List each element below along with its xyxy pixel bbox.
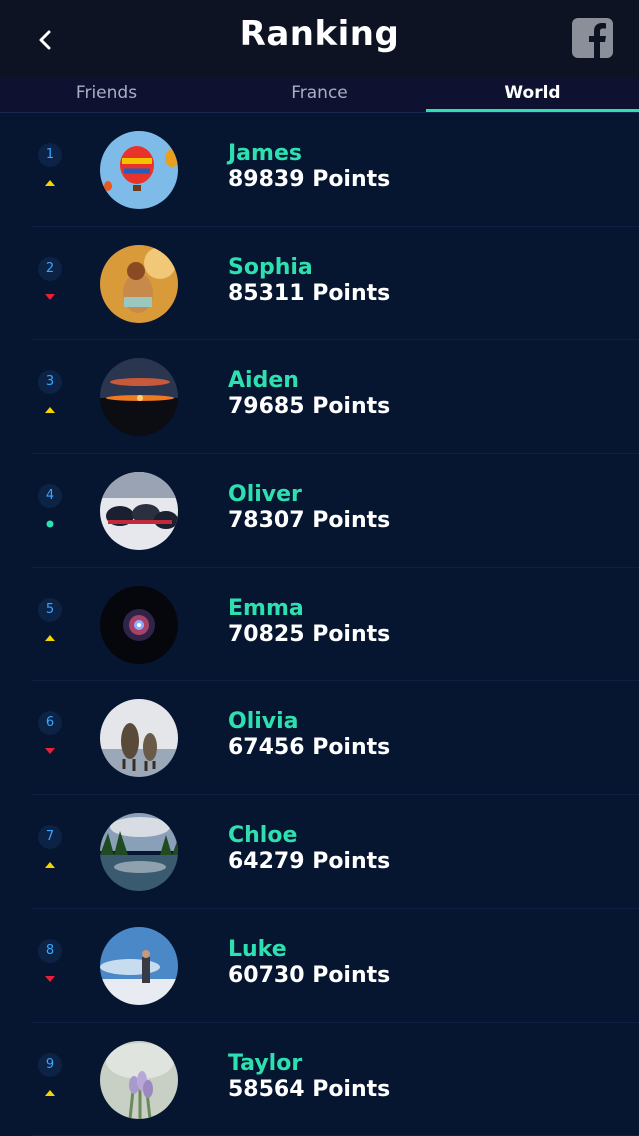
ranking-list: 1 James 89839 Points 2 Sophia 85311 Poin… xyxy=(0,113,639,1136)
rank-badge: 5 xyxy=(38,597,62,622)
tab-friends[interactable]: Friends xyxy=(0,77,213,112)
player-name: Sophia xyxy=(228,254,313,280)
trend-down-icon xyxy=(45,975,55,982)
player-points: 79685 Points xyxy=(228,394,391,420)
player-name: Taylor xyxy=(228,1050,303,1076)
avatar xyxy=(100,813,178,892)
player-points: 67456 Points xyxy=(228,735,391,761)
rank-badge: 2 xyxy=(38,256,62,281)
ranking-row[interactable]: 2 Sophia 85311 Points xyxy=(32,227,639,341)
facebook-button[interactable] xyxy=(572,18,613,58)
trend-up-icon xyxy=(45,862,55,869)
player-name: James xyxy=(228,141,302,166)
avatar xyxy=(100,244,178,323)
scope-tabs: Friends France World xyxy=(0,77,639,113)
avatar xyxy=(100,926,178,1005)
avatar xyxy=(100,585,178,664)
player-points: 89839 Points xyxy=(228,167,391,192)
rank-badge: 9 xyxy=(38,1052,62,1077)
player-points: 78307 Points xyxy=(228,508,391,534)
trend-same-icon xyxy=(46,520,54,528)
player-name: Aiden xyxy=(228,368,299,394)
top-bar: Ranking xyxy=(0,0,639,77)
trend-down-icon xyxy=(45,293,55,300)
trend-up-icon xyxy=(45,1089,55,1096)
player-name: Olivia xyxy=(228,709,299,735)
ranking-row[interactable]: 3 Aiden 79685 Points xyxy=(32,340,639,455)
trend-up-icon xyxy=(45,407,55,414)
player-name: Chloe xyxy=(228,823,298,849)
ranking-row[interactable]: 5 Emma 70825 Points xyxy=(32,568,639,682)
ranking-row[interactable]: 9 Taylor 58564 Points xyxy=(32,1023,639,1136)
player-name: Oliver xyxy=(228,482,302,508)
trend-down-icon xyxy=(45,748,55,755)
avatar xyxy=(100,472,178,551)
rank-badge: 3 xyxy=(38,370,62,395)
player-points: 64279 Points xyxy=(228,849,391,875)
ranking-row[interactable]: 1 James 89839 Points xyxy=(32,113,639,227)
tab-france[interactable]: France xyxy=(213,77,426,112)
player-name: Luke xyxy=(228,936,287,962)
rank-badge: 7 xyxy=(38,825,62,850)
trend-up-icon xyxy=(45,634,55,641)
rank-badge: 1 xyxy=(38,143,62,167)
rank-badge: 8 xyxy=(38,938,62,963)
avatar xyxy=(100,1040,178,1119)
player-points: 85311 Points xyxy=(228,280,391,306)
avatar xyxy=(100,699,178,778)
avatar xyxy=(100,131,178,209)
ranking-row[interactable]: 8 Luke 60730 Points xyxy=(32,909,639,1023)
rank-badge: 6 xyxy=(38,711,62,736)
avatar xyxy=(100,358,178,437)
rank-badge: 4 xyxy=(38,484,62,509)
tab-world[interactable]: World xyxy=(426,77,639,112)
trend-up-icon xyxy=(45,180,55,186)
player-name: Emma xyxy=(228,595,304,621)
player-points: 58564 Points xyxy=(228,1076,391,1102)
page-title: Ranking xyxy=(239,14,400,54)
facebook-icon xyxy=(589,23,606,58)
ranking-row[interactable]: 4 Oliver 78307 Points xyxy=(32,454,639,568)
player-points: 70825 Points xyxy=(228,621,391,647)
ranking-row[interactable]: 6 Olivia 67456 Points xyxy=(32,681,639,796)
ranking-row[interactable]: 7 Chloe 64279 Points xyxy=(32,795,639,909)
player-points: 60730 Points xyxy=(228,962,391,988)
